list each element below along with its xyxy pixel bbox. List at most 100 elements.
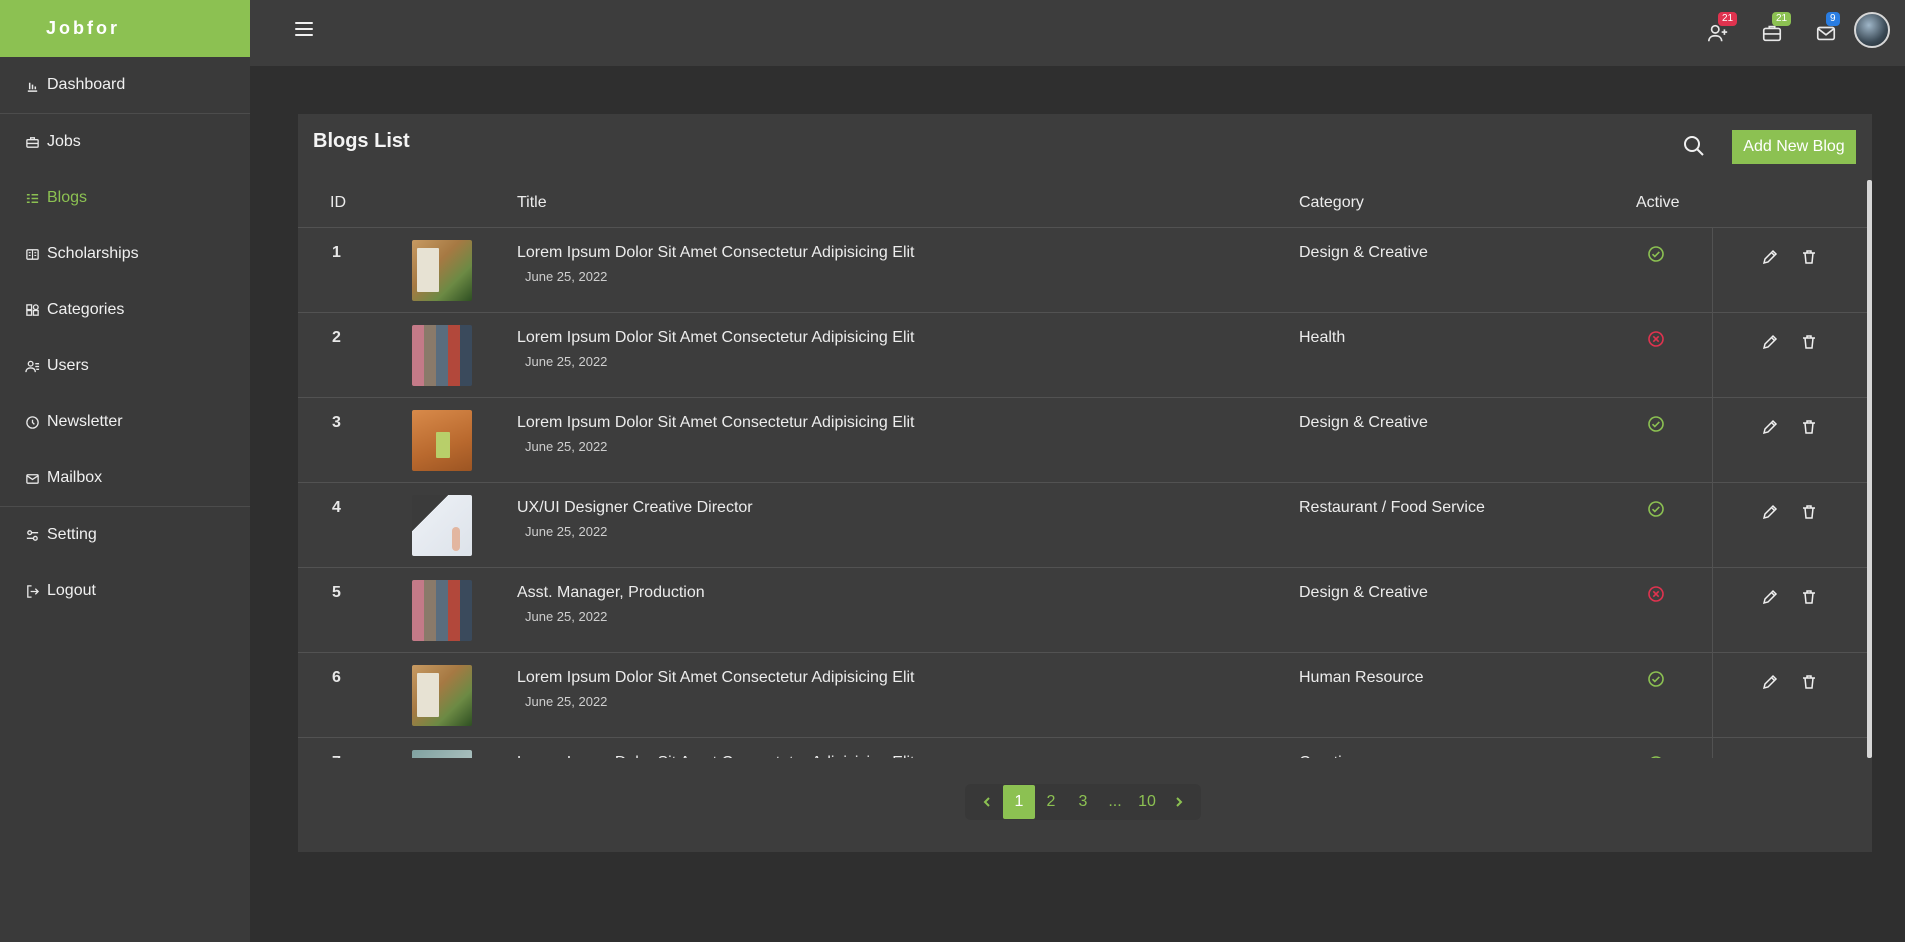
active-status[interactable] xyxy=(1647,415,1665,433)
edit-button[interactable] xyxy=(1761,588,1779,606)
next-page-button[interactable] xyxy=(1163,785,1195,819)
blog-category: Design & Creative xyxy=(1299,414,1428,431)
mail-badge: 9 xyxy=(1826,12,1840,26)
column-header-id[interactable]: ID xyxy=(330,194,346,212)
row-id: 7 xyxy=(332,754,341,758)
prev-page-button[interactable] xyxy=(971,785,1003,819)
clock-icon xyxy=(25,415,40,430)
sidebar-item-mailbox[interactable]: Mailbox xyxy=(0,450,250,506)
blog-category: Health xyxy=(1299,329,1346,346)
column-divider xyxy=(1712,568,1713,653)
sidebar-item-dashboard[interactable]: Dashboard xyxy=(0,57,250,113)
blog-title[interactable]: Asst. Manager, Production xyxy=(517,584,705,602)
active-check-icon xyxy=(1648,416,1664,432)
edit-button[interactable] xyxy=(1761,418,1779,436)
sidebar-item-jobs[interactable]: Jobs xyxy=(0,114,250,170)
delete-button[interactable] xyxy=(1800,333,1818,351)
blog-title[interactable]: Lorem Ipsum Dolor Sit Amet Consectetur A… xyxy=(517,754,915,758)
blog-title[interactable]: Lorem Ipsum Dolor Sit Amet Consectetur A… xyxy=(517,329,915,347)
sidebar-item-label: Categories xyxy=(47,301,125,318)
sidebar-item-label: Jobs xyxy=(47,133,81,150)
blog-title[interactable]: Lorem Ipsum Dolor Sit Amet Consectetur A… xyxy=(517,244,915,262)
blog-thumbnail xyxy=(412,665,472,726)
blog-date: June 25, 2022 xyxy=(525,269,608,284)
chevron-right-icon xyxy=(1176,797,1183,807)
mail-button[interactable]: 9 xyxy=(1815,12,1840,44)
row-id: 2 xyxy=(332,329,341,346)
page-1-button[interactable]: 1 xyxy=(1003,785,1035,819)
delete-button[interactable] xyxy=(1800,673,1818,691)
active-check-icon xyxy=(1648,501,1664,517)
delete-button[interactable] xyxy=(1800,248,1818,266)
table-row: 4 UX/UI Designer Creative Director June 25… xyxy=(298,483,1872,568)
active-status[interactable] xyxy=(1647,670,1665,688)
edit-button[interactable] xyxy=(1761,248,1779,266)
sidebar-item-label: Logout xyxy=(47,582,96,599)
column-divider xyxy=(1712,313,1713,398)
add-new-blog-button[interactable]: Add New Blog xyxy=(1732,130,1856,164)
sidebar-item-label: Blogs xyxy=(47,189,88,206)
menu-toggle-icon[interactable] xyxy=(295,22,313,40)
row-id: 4 xyxy=(332,499,341,516)
active-status[interactable] xyxy=(1647,755,1665,758)
row-id: 1 xyxy=(332,244,341,261)
mail-icon xyxy=(25,471,40,486)
column-header-title[interactable]: Title xyxy=(517,194,547,212)
delete-button[interactable] xyxy=(1800,503,1818,521)
page-10-button[interactable]: 10 xyxy=(1131,785,1163,819)
bar-chart-icon xyxy=(25,78,40,93)
delete-button[interactable] xyxy=(1800,418,1818,436)
blog-title[interactable]: Lorem Ipsum Dolor Sit Amet Consectetur A… xyxy=(517,669,915,687)
brand-logo[interactable]: Jobfor xyxy=(0,0,250,57)
user-requests-badge: 21 xyxy=(1718,12,1738,26)
column-header-active[interactable]: Active xyxy=(1636,194,1680,212)
blog-title[interactable]: UX/UI Designer Creative Director xyxy=(517,499,753,517)
jobs-button[interactable]: 21 xyxy=(1761,12,1792,44)
list-icon xyxy=(25,191,40,206)
page-3-button[interactable]: 3 xyxy=(1067,785,1099,819)
briefcase-icon xyxy=(25,135,40,150)
inactive-x-icon xyxy=(1648,586,1664,602)
user-requests-button[interactable]: 21 xyxy=(1707,12,1738,44)
sidebar-item-blogs[interactable]: Blogs xyxy=(0,170,250,226)
sidebar-item-users[interactable]: Users xyxy=(0,338,250,394)
table-scrollbar[interactable] xyxy=(1867,180,1872,758)
column-divider xyxy=(1712,738,1713,758)
user-avatar[interactable] xyxy=(1854,12,1890,48)
users-icon xyxy=(25,359,40,374)
sidebar-item-label: Mailbox xyxy=(47,469,103,486)
trash-icon xyxy=(1803,335,1815,349)
edit-button[interactable] xyxy=(1761,333,1779,351)
page-2-button[interactable]: 2 xyxy=(1035,785,1067,819)
sidebar-item-categories[interactable]: Categories xyxy=(0,282,250,338)
sidebar-item-newsletter[interactable]: Newsletter xyxy=(0,394,250,450)
edit-button[interactable] xyxy=(1761,503,1779,521)
blog-date: June 25, 2022 xyxy=(525,694,608,709)
grid-icon xyxy=(25,303,40,318)
blog-category: Human Resource xyxy=(1299,669,1424,686)
search-button[interactable] xyxy=(1682,134,1706,158)
column-header-category[interactable]: Category xyxy=(1299,194,1364,212)
sidebar: Jobfor Dashboard Jobs Blogs Scholarships Cat… xyxy=(0,0,250,942)
table-row: 1 Lorem Ipsum Dolor Sit Amet Consectetur … xyxy=(298,228,1872,313)
edit-button[interactable] xyxy=(1761,673,1779,691)
sidebar-item-logout[interactable]: Logout xyxy=(0,563,250,619)
sidebar-item-label: Newsletter xyxy=(47,413,123,430)
table-header: ID Title Category Active xyxy=(298,180,1872,228)
jobs-badge: 21 xyxy=(1772,12,1792,26)
blog-date: June 25, 2022 xyxy=(525,524,608,539)
sidebar-item-setting[interactable]: Setting xyxy=(0,507,250,563)
pencil-icon xyxy=(1762,419,1778,435)
column-divider xyxy=(1712,398,1713,483)
blog-title[interactable]: Lorem Ipsum Dolor Sit Amet Consectetur A… xyxy=(517,414,915,432)
active-status[interactable] xyxy=(1647,585,1665,603)
blog-category: Design & Creative xyxy=(1299,584,1428,601)
active-status[interactable] xyxy=(1647,245,1665,263)
active-check-icon xyxy=(1651,756,1661,758)
active-status[interactable] xyxy=(1647,500,1665,518)
delete-button[interactable] xyxy=(1800,588,1818,606)
sidebar-item-scholarships[interactable]: Scholarships xyxy=(0,226,250,282)
blog-thumbnail xyxy=(412,240,472,301)
inactive-x-icon xyxy=(1648,331,1664,347)
active-status[interactable] xyxy=(1647,330,1665,348)
